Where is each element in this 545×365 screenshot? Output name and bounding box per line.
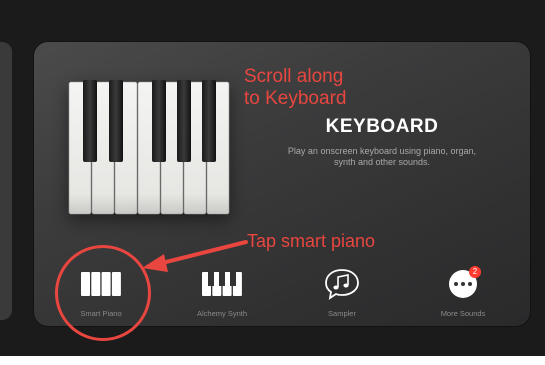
app-screen: Scroll along to Keyboard KEYBOARD Play a… [0, 0, 545, 356]
tab-label: Sampler [328, 309, 356, 318]
instrument-description: Play an onscreen keyboard using piano, o… [287, 146, 477, 167]
tab-label: More Sounds [440, 309, 486, 318]
tab-alchemy-synth[interactable]: Alchemy Synth [172, 268, 272, 322]
instrument-title: KEYBOARD [325, 116, 439, 137]
previous-instrument-card[interactable] [0, 42, 12, 320]
tab-more-sounds[interactable]: 2 More Sounds [413, 266, 513, 322]
scroll-annotation: Scroll along to Keyboard [244, 66, 347, 109]
music-note-icon [325, 269, 359, 300]
tap-annotation: Tap smart piano [247, 231, 376, 251]
piano-keys-image [68, 80, 230, 215]
tab-label: Alchemy Synth [196, 309, 248, 318]
smart-piano-highlight-circle [55, 245, 151, 341]
notification-badge: 2 [469, 266, 481, 278]
tab-sampler[interactable]: Sampler [292, 268, 392, 322]
synth-keys-icon [202, 272, 242, 296]
